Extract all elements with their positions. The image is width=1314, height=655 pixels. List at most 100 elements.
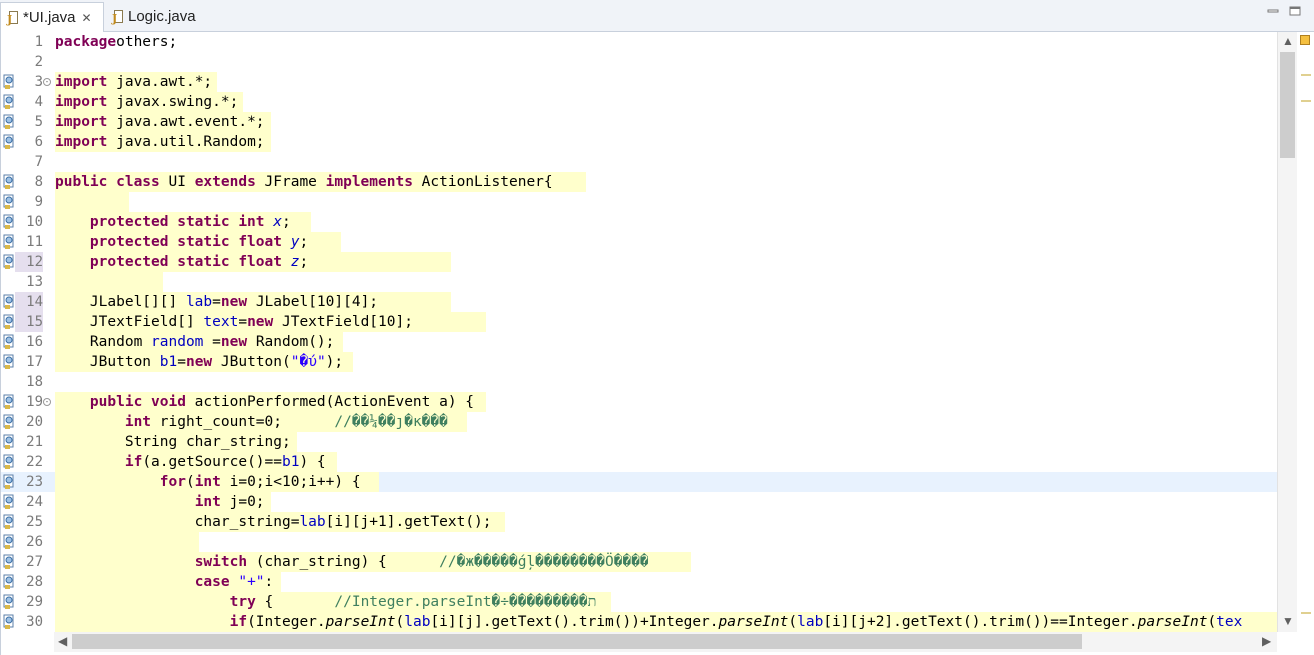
code-text: switch (char_string) { //�ж�����ǵļ������… xyxy=(194,554,649,570)
line-number: 8 xyxy=(34,174,43,190)
code-line[interactable]: 1 packageothers; xyxy=(1,32,1278,52)
line-number: 15 xyxy=(15,312,43,332)
line-number: 18 xyxy=(26,374,43,390)
line-number: 10 xyxy=(26,214,43,230)
code-line[interactable]: 19- public void actionPerformed(ActionEv… xyxy=(1,392,1278,412)
code-line[interactable]: 18 xyxy=(1,372,1278,392)
line-number: 23 xyxy=(26,474,43,490)
line-number: 7 xyxy=(34,154,43,170)
code-line[interactable]: 23 for(int i=0;i<10;i++) { xyxy=(1,472,1278,492)
code-text: JTextField[] text=new JTextField[10]; xyxy=(55,314,413,330)
minimize-icon[interactable] xyxy=(1267,6,1279,16)
code-text: import javax.swing.*; xyxy=(55,94,239,110)
fold-toggle-icon[interactable]: - xyxy=(43,78,51,86)
code-line[interactable]: 5 import java.awt.event.*; xyxy=(1,112,1278,132)
code-text: Random random =new Random(); xyxy=(55,334,335,350)
code-text: for(int i=0;i<10;i++) { xyxy=(159,474,361,490)
code-text: try { //Integer.parseInt�÷���������ת xyxy=(229,594,597,610)
code-text: JButton b1=new JButton("�ύ"); xyxy=(55,354,344,370)
code-text: public void actionPerformed(ActionEvent … xyxy=(89,394,475,410)
line-number: 30 xyxy=(26,614,43,630)
warning-overview-icon[interactable] xyxy=(1300,35,1310,45)
code-text: if(a.getSource()==b1) { xyxy=(124,454,326,470)
code-line[interactable]: 27 switch (char_string) { //�ж�����ǵļ���… xyxy=(1,552,1278,572)
maximize-icon[interactable] xyxy=(1289,6,1301,16)
scroll-right-arrow-icon[interactable]: ▶ xyxy=(1262,634,1271,648)
code-text: import java.awt.*; xyxy=(55,74,213,90)
occurrence-highlight xyxy=(55,532,199,552)
code-line[interactable]: 10 protected static int x; xyxy=(1,212,1278,232)
line-number: 29 xyxy=(26,594,43,610)
code-line[interactable]: 12 protected static float z; xyxy=(1,252,1278,272)
code-line[interactable]: 7 xyxy=(1,152,1278,172)
line-number: 28 xyxy=(26,574,43,590)
code-text: String char_string; xyxy=(55,434,291,450)
code-line[interactable]: 11 protected static float y; xyxy=(1,232,1278,252)
code-line[interactable]: 4 import javax.swing.*; xyxy=(1,92,1278,112)
editor-tab-bar: J *UI.java ✕ J Logic.java xyxy=(0,0,1314,32)
code-line[interactable]: 15 JTextField[] text=new JTextField[10]; xyxy=(1,312,1278,332)
line-number: 11 xyxy=(26,234,43,250)
code-line[interactable]: 6 import java.util.Random; xyxy=(1,132,1278,152)
code-line[interactable]: 9 xyxy=(1,192,1278,212)
line-number: 25 xyxy=(26,514,43,530)
code-line[interactable]: 14 JLabel[][] lab=new JLabel[10][4]; xyxy=(1,292,1278,312)
code-line[interactable]: 2 xyxy=(1,52,1278,72)
line-number: 2 xyxy=(34,54,43,70)
line-number: 1 xyxy=(34,34,43,50)
code-line[interactable]: 24 int j=0; xyxy=(1,492,1278,512)
line-number: 22 xyxy=(26,454,43,470)
line-number: 13 xyxy=(26,274,43,290)
code-line[interactable]: 17 JButton b1=new JButton("�ύ"); xyxy=(1,352,1278,372)
code-line[interactable]: 30 if(Integer.parseInt(lab[i][j].getText… xyxy=(1,612,1278,632)
line-number: 20 xyxy=(26,414,43,430)
line-number: 19 xyxy=(26,394,43,410)
code-text: protected static float y; xyxy=(89,234,309,250)
tab-logic-java[interactable]: J Logic.java xyxy=(106,2,206,31)
scroll-down-arrow-icon[interactable]: ▼ xyxy=(1282,614,1294,628)
line-number: 5 xyxy=(34,114,43,130)
horizontal-scroll-thumb[interactable] xyxy=(72,634,1082,649)
line-number: 14 xyxy=(15,292,43,312)
line-number: 26 xyxy=(26,534,43,550)
java-file-icon: J xyxy=(7,10,19,26)
code-editor[interactable]: 1 packageothers; 2 3- import java.awt.*; 4 imp… xyxy=(0,32,1314,655)
code-line[interactable]: 13 xyxy=(1,272,1278,292)
line-number: 17 xyxy=(26,354,43,370)
code-line[interactable]: 21 String char_string; xyxy=(1,432,1278,452)
scroll-up-arrow-icon[interactable]: ▲ xyxy=(1282,34,1294,48)
line-number: 12 xyxy=(15,252,43,272)
scroll-left-arrow-icon[interactable]: ◀ xyxy=(58,634,67,648)
line-number: 21 xyxy=(26,434,43,450)
vertical-scroll-thumb[interactable] xyxy=(1280,52,1295,158)
code-line[interactable]: 16 Random random =new Random(); xyxy=(1,332,1278,352)
line-number: 9 xyxy=(34,194,43,210)
code-text: protected static int x; xyxy=(89,214,291,230)
code-text: if(Integer.parseInt(lab[i][j].getText().… xyxy=(229,614,1243,630)
code-line[interactable]: 8 public class UI extends JFrame implemen… xyxy=(1,172,1278,192)
code-line[interactable]: 26 xyxy=(1,532,1278,552)
tab-label: Logic.java xyxy=(128,8,196,25)
code-line[interactable]: 20 int right_count=0; //��¼��ȷ�ĸ��� xyxy=(1,412,1278,432)
java-file-icon: J xyxy=(112,9,124,25)
code-line[interactable]: 29 try { //Integer.parseInt�÷���������ת xyxy=(1,592,1278,612)
line-number: 16 xyxy=(26,334,43,350)
code-line[interactable]: 28 case "+": xyxy=(1,572,1278,592)
occurrence-highlight xyxy=(55,272,163,292)
fold-toggle-icon[interactable]: - xyxy=(43,398,51,406)
overview-mark xyxy=(1301,74,1311,76)
line-number: 4 xyxy=(34,94,43,110)
code-text: packageothers; xyxy=(55,34,178,50)
code-text: int right_count=0; //��¼��ȷ�ĸ��� xyxy=(124,414,448,430)
tab-label: *UI.java xyxy=(23,9,76,26)
close-tab-icon[interactable]: ✕ xyxy=(82,11,92,25)
line-number: 24 xyxy=(26,494,43,510)
overview-ruler[interactable] xyxy=(1297,32,1314,632)
code-line[interactable]: 22 if(a.getSource()==b1) { xyxy=(1,452,1278,472)
code-text: int j=0; xyxy=(194,494,265,510)
code-line[interactable]: 3- import java.awt.*; xyxy=(1,72,1278,92)
code-text: JLabel[][] lab=new JLabel[10][4]; xyxy=(55,294,379,310)
overview-mark xyxy=(1301,100,1311,102)
tab-ui-java[interactable]: J *UI.java ✕ xyxy=(0,2,104,32)
code-line[interactable]: 25 char_string=lab[i][j+1].getText(); xyxy=(1,512,1278,532)
